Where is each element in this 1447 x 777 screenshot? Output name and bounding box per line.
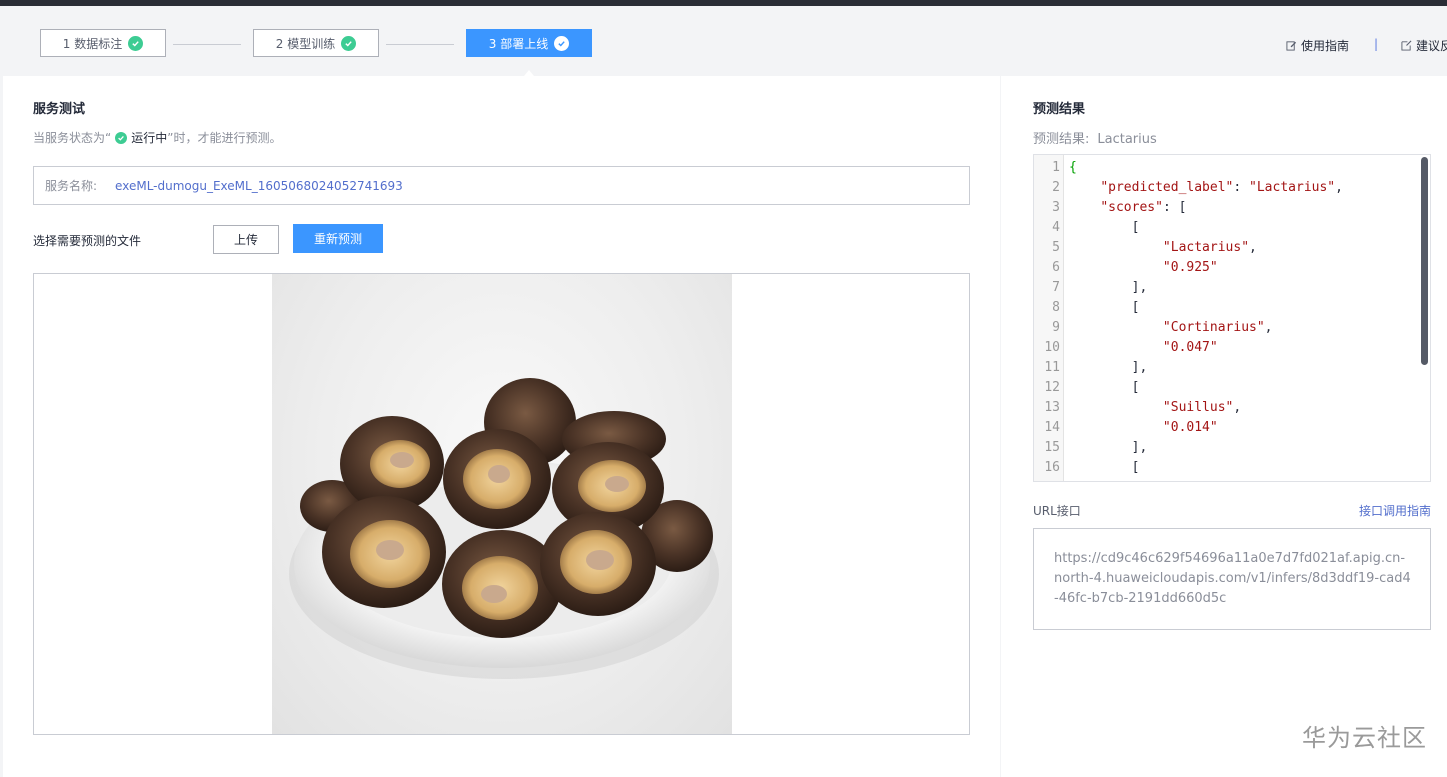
code-line: 1{	[1034, 158, 1430, 178]
prediction-panel: 预测结果 预测结果: Lactarius 1{2 "predicted_label…	[1001, 76, 1447, 777]
repredict-button[interactable]: 重新预测	[293, 224, 383, 253]
service-test-title: 服务测试	[33, 102, 86, 117]
line-number: 9	[1052, 320, 1060, 335]
check-circle-icon	[341, 35, 357, 51]
code-line: 15 ],	[1034, 438, 1430, 458]
api-call-guide-link[interactable]: 接口调用指南	[1359, 502, 1431, 519]
line-number: 8	[1052, 300, 1060, 315]
url-api-label: URL接口	[1033, 504, 1081, 518]
code-text: ],	[1069, 360, 1148, 375]
service-name-value: exeML-dumogu_ExeML_1605068024052741693	[115, 178, 403, 193]
service-test-panel: 服务测试 当服务状态为“ 运行中 ”时，才能进行预测。 服务名称: exeML-…	[3, 76, 1000, 777]
code-line: 8 [	[1034, 298, 1430, 318]
code-text: {	[1069, 160, 1077, 175]
line-number: 7	[1052, 280, 1060, 295]
hint-prefix: 当服务状态为“	[33, 131, 112, 145]
line-number: 13	[1044, 400, 1060, 415]
service-name-label: 服务名称:	[45, 179, 98, 193]
step-label: 2 模型训练	[275, 36, 336, 51]
code-text: [	[1069, 220, 1140, 235]
link-separator: |	[1374, 37, 1379, 51]
prediction-title: 预测结果	[1033, 102, 1086, 117]
editor-scrollbar[interactable]	[1421, 157, 1428, 365]
edit-icon	[1286, 41, 1297, 51]
usage-guide-link[interactable]: 使用指南	[1286, 37, 1349, 54]
code-line: 5 "Lactarius",	[1034, 238, 1430, 258]
code-line: 2 "predicted_label": "Lactarius",	[1034, 178, 1430, 198]
line-number: 14	[1044, 420, 1060, 435]
feedback-label: 建议反	[1416, 39, 1447, 53]
check-circle-icon	[128, 35, 144, 51]
hint-suffix: ”时，才能进行预测。	[167, 131, 282, 145]
feedback-link[interactable]: 建议反	[1401, 37, 1447, 54]
code-line: 3 "scores": [	[1034, 198, 1430, 218]
prediction-result-label: 预测结果:	[1033, 132, 1090, 147]
line-number: 15	[1044, 440, 1060, 455]
watermark-text: 华为云社区	[1302, 724, 1427, 752]
line-number: 2	[1052, 180, 1060, 195]
step-model-training[interactable]: 2 模型训练	[253, 29, 379, 57]
step-data-labeling[interactable]: 1 数据标注	[40, 29, 166, 57]
code-text: "Suillus",	[1162, 400, 1242, 415]
code-line: 10 "0.047"	[1034, 338, 1430, 358]
line-number: 10	[1044, 340, 1060, 355]
check-circle-icon	[554, 35, 570, 51]
code-text: "0.925"	[1162, 260, 1218, 275]
line-number: 4	[1052, 220, 1060, 235]
file-select-label: 选择需要预测的文件	[33, 234, 142, 248]
code-text: "scores": [	[1100, 200, 1187, 215]
image-preview	[33, 273, 970, 735]
step-connector	[386, 44, 454, 45]
code-line: 11 ],	[1034, 358, 1430, 378]
code-line: 9 "Cortinarius",	[1034, 318, 1430, 338]
step-label: 3 部署上线	[488, 36, 549, 51]
code-text: "Cortinarius",	[1162, 320, 1273, 335]
service-name-field: 服务名称: exeML-dumogu_ExeML_160506802405274…	[33, 166, 970, 205]
line-number: 1	[1052, 160, 1060, 175]
prediction-result: 预测结果: Lactarius	[1033, 128, 1157, 147]
step-deploy[interactable]: 3 部署上线	[466, 29, 592, 57]
mushroom-photo	[272, 274, 732, 734]
usage-guide-label: 使用指南	[1301, 39, 1350, 53]
json-result-editor[interactable]: 1{2 "predicted_label": "Lactarius", 3 "sc…	[1033, 154, 1431, 482]
steps-bar: 1 数据标注 2 模型训练 3 部署上线 使用指南 | 建议反	[0, 6, 1447, 82]
code-text: [	[1069, 380, 1140, 395]
line-number: 11	[1044, 360, 1060, 375]
code-line: 12 [	[1034, 378, 1430, 398]
code-line: 7 ],	[1034, 278, 1430, 298]
running-status-icon	[115, 131, 128, 144]
code-line: 4 [	[1034, 218, 1430, 238]
line-number: 5	[1052, 240, 1060, 255]
code-text: ],	[1069, 440, 1148, 455]
code-text: "0.014"	[1162, 420, 1218, 435]
code-text: [	[1069, 460, 1140, 475]
service-status-hint: 当服务状态为“ 运行中 ”时，才能进行预测。	[33, 129, 281, 146]
code-text: "predicted_label": "Lactarius",	[1100, 180, 1343, 195]
code-text: [	[1069, 300, 1140, 315]
code-text: "Lactarius",	[1162, 240, 1257, 255]
feedback-icon	[1401, 40, 1412, 51]
step-label: 1 数据标注	[62, 36, 123, 51]
code-line: 16 [	[1034, 458, 1430, 478]
code-text: "0.047"	[1162, 340, 1218, 355]
hint-status: 运行中	[131, 131, 168, 145]
code-line: 14 "0.014"	[1034, 418, 1430, 438]
prediction-result-value: Lactarius	[1097, 132, 1157, 147]
code-text: ],	[1069, 280, 1148, 295]
url-api-value[interactable]: https://cd9c46c629f54696a11a0e7d7fd021af…	[1033, 528, 1431, 630]
line-number: 6	[1052, 260, 1060, 275]
step-connector	[173, 44, 241, 45]
line-number: 16	[1044, 460, 1060, 475]
line-number: 3	[1052, 200, 1060, 215]
upload-button[interactable]: 上传	[213, 225, 279, 254]
code-line: 13 "Suillus",	[1034, 398, 1430, 418]
line-number: 12	[1044, 380, 1060, 395]
code-line: 6 "0.925"	[1034, 258, 1430, 278]
